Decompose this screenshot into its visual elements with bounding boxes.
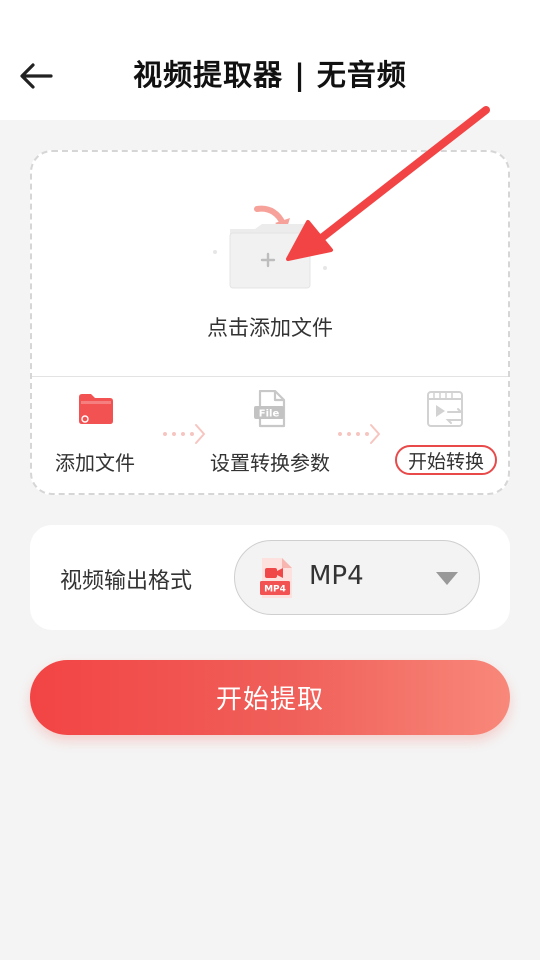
output-format-label: 视频输出格式 — [60, 569, 193, 594]
dropdown-triangle-icon — [436, 572, 458, 585]
step-arrow-icon — [163, 424, 205, 444]
start-extract-button[interactable]: 开始提取 — [30, 660, 510, 735]
step-set-params-label: 设置转换参数 — [210, 451, 330, 475]
file-badge-text: File — [259, 409, 280, 420]
file-icon: File — [254, 390, 286, 428]
mp4-badge-text: MP4 — [264, 585, 286, 595]
header-bar: 视频提取器 | 无音频 — [0, 0, 540, 120]
folder-icon — [79, 394, 113, 424]
video-convert-icon — [427, 391, 464, 427]
add-folder-icon — [213, 205, 327, 289]
format-card: 视频输出格式 MP4 MP4 — [30, 525, 510, 630]
steps-row: 添加文件 File 设置转换参数 开始转换 — [32, 377, 508, 495]
step-add-file-label: 添加文件 — [55, 451, 135, 475]
output-format-select[interactable]: MP4 MP4 — [234, 540, 480, 615]
add-file-drop-zone[interactable]: 点击添加文件 — [32, 152, 508, 377]
page-title: 视频提取器 | 无音频 — [133, 58, 407, 92]
upload-card: 点击添加文件 添加文件 File 设置转换参数 开始转换 — [30, 150, 510, 495]
step-start-convert-badge: 开始转换 — [395, 445, 497, 475]
mp4-file-icon: MP4 — [260, 558, 292, 598]
output-format-value: MP4 — [309, 561, 364, 591]
step-arrow-icon — [338, 424, 380, 444]
add-file-label: 点击添加文件 — [207, 316, 333, 340]
